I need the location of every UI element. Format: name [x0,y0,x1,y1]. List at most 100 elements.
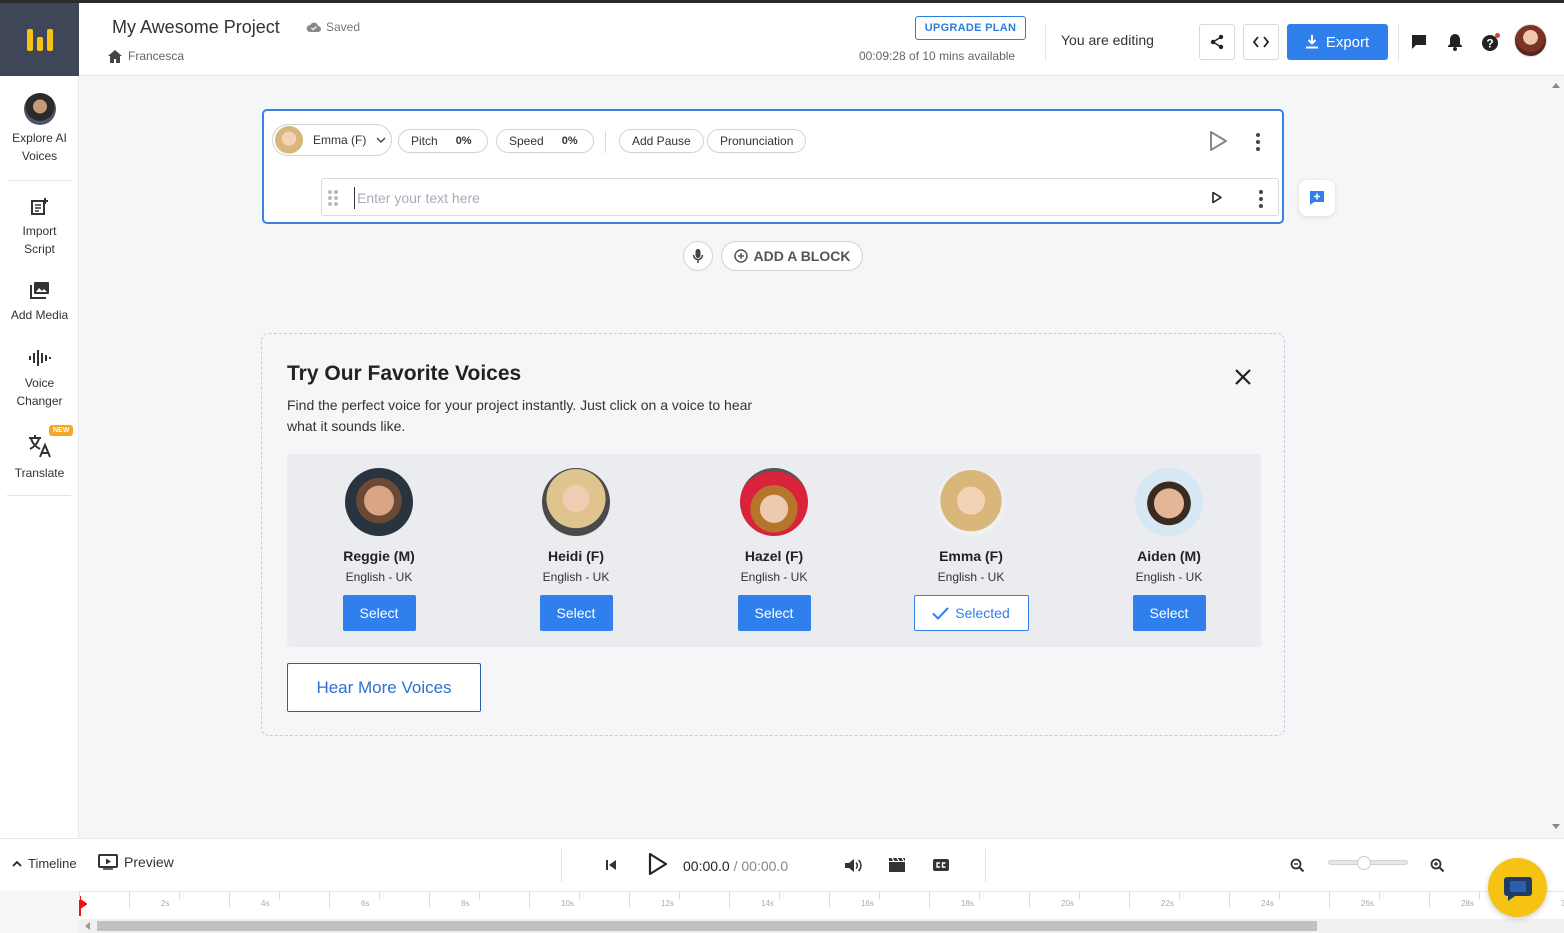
select-voice-button[interactable]: Select [1132,595,1206,631]
chevron-down-icon [376,137,386,143]
bell-icon [1448,34,1462,51]
voice-selector[interactable]: Emma (F) [272,124,392,156]
add-block-button[interactable]: ADD A BLOCK [721,241,863,271]
ruler-tick [429,892,430,908]
hear-more-voices-button[interactable]: Hear More Voices [287,663,481,712]
sidebar-item-voice-changer[interactable]: Voice Changer [0,346,79,410]
preview-label: Preview [124,854,174,870]
comments-button[interactable] [1409,31,1429,53]
volume-icon[interactable] [844,858,862,873]
sidebar-item-add-media[interactable]: Add Media [0,278,79,324]
plus-circle-icon [733,249,748,263]
check-icon [932,606,949,620]
ruler-tick-label: 18s [961,899,974,908]
timeline-toggle[interactable]: Timeline [12,856,77,871]
voice-card-emma[interactable]: Emma (F) English - UK Selected [891,468,1051,631]
row-menu-icon[interactable] [1259,190,1263,208]
play-row-icon[interactable] [1211,191,1223,204]
notifications-button[interactable] [1445,31,1465,53]
panel-description: Find the perfect voice for your project … [287,397,753,434]
voice-card-hazel[interactable]: Hazel (F) English - UK Select [694,468,854,631]
embed-code-button[interactable] [1243,24,1279,60]
zoom-slider-handle[interactable] [1357,856,1371,870]
voice-name: Aiden (M) [1137,548,1201,564]
timeline-scrollbar[interactable] [79,919,1564,933]
user-avatar[interactable] [1514,24,1547,57]
voice-card-reggie[interactable]: Reggie (M) English - UK Select [299,468,459,631]
breadcrumb[interactable]: Francesca [108,49,184,63]
add-comment-button[interactable] [1299,180,1335,216]
scroll-left-icon[interactable] [84,922,90,930]
record-voice-button[interactable] [683,241,713,271]
select-voice-button[interactable]: Select [342,595,416,631]
captions-icon[interactable] [932,858,950,872]
add-pause-button[interactable]: Add Pause [619,129,704,153]
drag-handle-icon[interactable] [328,190,338,206]
voice-language: English - UK [1135,570,1203,584]
ruler-tick [829,892,830,908]
skip-back-icon[interactable] [605,859,617,871]
clapperboard-icon[interactable] [888,857,906,873]
ruler-tick [1479,892,1480,900]
sidebar-item-label: Add Media [10,308,69,322]
close-icon[interactable] [1232,366,1254,388]
ruler-tick [1179,892,1180,900]
help-button[interactable]: ? [1481,31,1501,53]
sidebar-item-label: Changer [16,394,63,408]
playhead-marker[interactable] [79,896,87,916]
sidebar-item-import-script[interactable]: Import Script [0,194,79,258]
scroll-down-icon[interactable] [1552,824,1560,830]
preview-button[interactable]: Preview [98,854,174,870]
project-title[interactable]: My Awesome Project [112,17,280,38]
add-comment-icon [1310,191,1324,205]
avatar [23,92,56,125]
support-chat-button[interactable] [1488,858,1547,917]
timeline-scroll-thumb[interactable] [97,921,1317,931]
pitch-value: 0% [455,135,472,147]
share-button[interactable] [1199,24,1235,60]
speed-control[interactable]: Speed 0% [496,129,594,153]
divider [985,849,986,882]
zoom-slider[interactable] [1328,856,1408,870]
script-text-input[interactable] [354,187,1194,209]
vertical-scrollbar[interactable] [1549,76,1564,838]
sidebar-item-label: Voice [24,376,55,390]
block-menu-icon[interactable] [1256,133,1260,151]
zoom-in-icon[interactable] [1430,858,1445,873]
ruler-tick [629,892,630,908]
ruler-tick [279,892,280,900]
voice-card-heidi[interactable]: Heidi (F) English - UK Select [496,468,656,631]
voice-language: English - UK [937,570,1005,584]
upgrade-plan-button[interactable]: UPGRADE PLAN [915,16,1026,40]
select-voice-button[interactable]: Select [539,595,613,631]
voice-language: English - UK [740,570,808,584]
ruler-tick [679,892,680,900]
zoom-out-icon[interactable] [1290,858,1305,873]
voice-list: Reggie (M) English - UK Select Heidi (F)… [287,454,1261,647]
chat-icon [1503,876,1532,901]
divider [7,180,71,181]
play-block-icon[interactable] [1208,130,1228,152]
sidebar-item-translate[interactable]: Translate [0,432,79,482]
app-logo[interactable] [0,3,79,76]
export-button[interactable]: Export [1287,24,1388,60]
voice-card-aiden[interactable]: Aiden (M) English - UK Select [1089,468,1249,631]
ruler-tick [779,892,780,900]
timeline-label: Timeline [28,856,77,871]
ruler-tick-label: 16s [861,899,874,908]
selected-voice-button[interactable]: Selected [913,595,1029,631]
play-icon[interactable] [647,852,669,876]
comment-icon [1412,35,1426,49]
ruler-tick-label: 20s [1061,899,1074,908]
timeline-ruler[interactable]: 2s 4s 6s 8s 10s 12s 14s 16s 18s 20s 22s 24s 26s 28s 3 [79,891,1564,919]
import-script-icon [30,198,48,215]
sidebar-item-explore-ai-voices[interactable]: Explore AI Voices [0,92,79,165]
pitch-control[interactable]: Pitch 0% [398,129,488,153]
pronunciation-button[interactable]: Pronunciation [707,129,807,153]
top-bar: My Awesome Project Saved Francesca UPGRA… [0,0,1564,76]
time-separator: / [729,858,742,874]
divider [605,131,606,153]
select-voice-button[interactable]: Select [737,595,811,631]
voice-name: Reggie (M) [343,548,415,564]
scroll-up-icon[interactable] [1552,82,1560,88]
